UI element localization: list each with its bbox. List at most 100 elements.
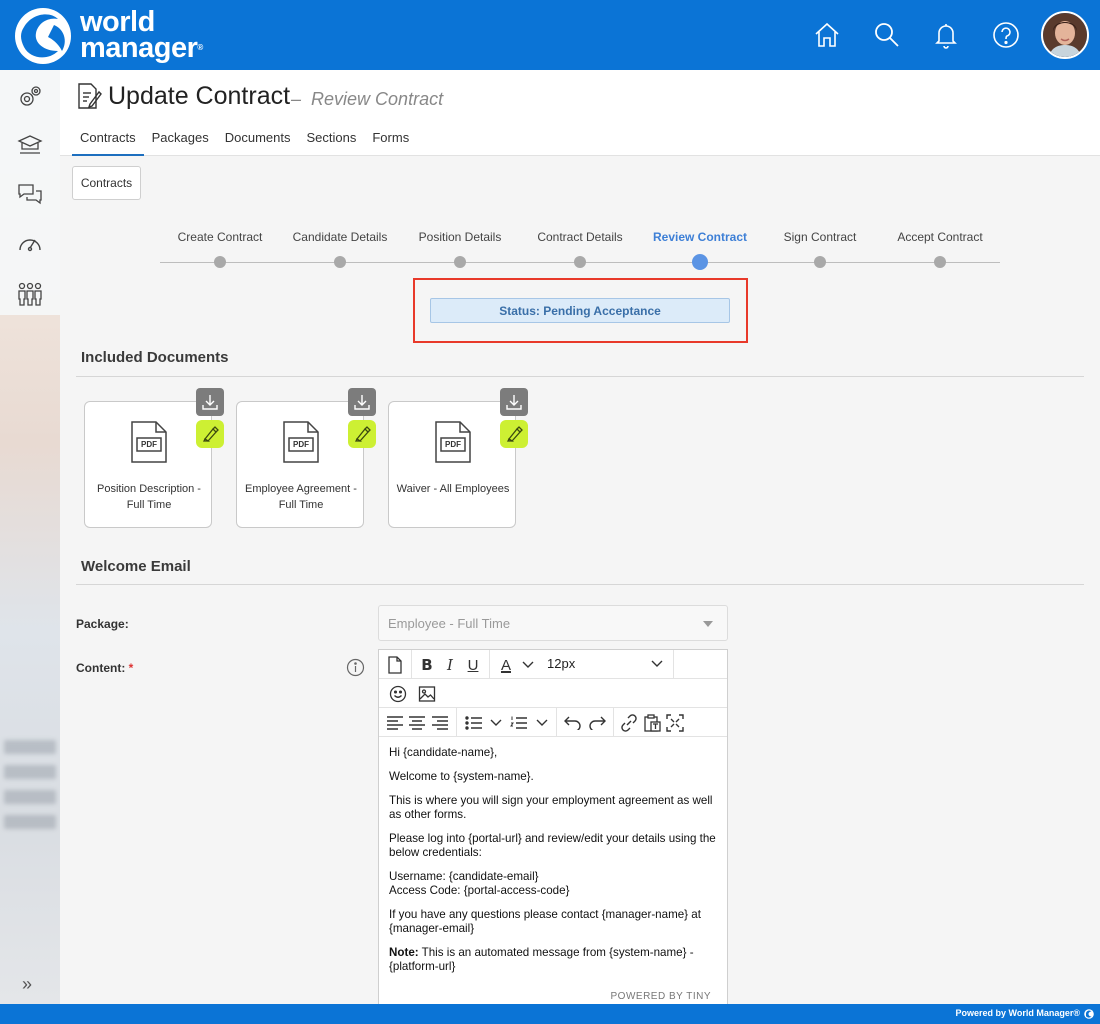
logo-mark-icon	[1084, 1009, 1094, 1019]
footer-bar: Powered by World Manager®	[0, 1004, 1100, 1024]
chevron-down-icon[interactable]	[485, 712, 507, 734]
section-divider	[76, 584, 1084, 585]
email-paragraph: This is where you will sign your employm…	[389, 794, 713, 821]
underline-icon[interactable]: U	[462, 654, 484, 676]
welcome-email-title: Welcome Email	[81, 558, 191, 575]
user-avatar[interactable]	[1041, 11, 1089, 59]
align-center-icon[interactable]	[406, 712, 428, 734]
sign-pen-icon[interactable]	[196, 420, 224, 448]
download-icon[interactable]	[348, 388, 376, 416]
step-candidate-details[interactable]: Candidate Details	[280, 230, 400, 268]
included-documents-title: Included Documents	[81, 349, 229, 366]
numbered-list-icon[interactable]	[508, 712, 530, 734]
step-label: Sign Contract	[783, 230, 857, 244]
step-label: Contract Details	[537, 230, 623, 244]
status-badge: Status: Pending Acceptance	[430, 298, 730, 323]
step-dot	[454, 256, 466, 268]
sidebar-expand-button[interactable]: »	[22, 974, 32, 995]
page-title: Update Contract	[108, 82, 291, 110]
search-icon[interactable]	[872, 20, 902, 50]
people-icon[interactable]	[16, 280, 44, 308]
help-icon[interactable]	[991, 20, 1021, 50]
step-create-contract[interactable]: Create Contract	[160, 230, 280, 268]
logo-text: world manager®	[80, 6, 203, 64]
sign-pen-icon[interactable]	[500, 420, 528, 448]
step-dot	[814, 256, 826, 268]
tab-documents[interactable]: Documents	[217, 126, 299, 156]
step-label: Review Contract	[652, 230, 748, 244]
document-card[interactable]: PDF Employee Agreement - Full Time	[236, 401, 364, 528]
footer-text: Powered by World Manager®	[955, 1008, 1081, 1018]
editor-toolbar-row	[379, 708, 727, 737]
info-icon[interactable]	[346, 658, 365, 677]
redo-icon[interactable]	[586, 712, 608, 734]
left-sidebar: »	[0, 70, 60, 1004]
contracts-button[interactable]: Contracts	[72, 166, 141, 200]
learning-icon[interactable]	[16, 131, 44, 159]
pdf-label: PDF	[141, 440, 157, 449]
step-review-contract[interactable]: Review Contract	[640, 230, 760, 270]
tab-packages[interactable]: Packages	[144, 126, 217, 156]
page-header: Update Contract – Review Contract Contra…	[60, 70, 1100, 156]
step-position-details[interactable]: Position Details	[400, 230, 520, 268]
step-dot	[574, 256, 586, 268]
section-divider	[76, 376, 1084, 377]
chevron-down-icon	[703, 621, 713, 627]
editor-toolbar-row: B I U A 12px	[379, 650, 727, 679]
image-icon[interactable]	[416, 683, 438, 705]
step-accept-contract[interactable]: Accept Contract	[880, 230, 1000, 268]
world-manager-logo[interactable]: world manager®	[14, 7, 234, 65]
link-icon[interactable]	[618, 712, 640, 734]
bell-icon[interactable]	[931, 20, 961, 50]
package-select[interactable]: Employee - Full Time	[378, 605, 728, 641]
font-size-value: 12px	[547, 656, 576, 671]
bold-icon[interactable]: B	[416, 654, 438, 676]
email-paragraph: Username: {candidate-email} Access Code: …	[389, 870, 570, 897]
editor-content[interactable]: Hi {candidate-name}, Welcome to {system-…	[379, 738, 727, 988]
page-subtitle: – Review Contract	[291, 89, 444, 109]
email-paragraph: Note: This is an automated message from …	[389, 946, 694, 973]
step-contract-details[interactable]: Contract Details	[520, 230, 640, 268]
document-card[interactable]: PDF Position Description - Full Time	[84, 401, 212, 528]
contract-edit-icon	[78, 83, 102, 109]
rich-text-editor[interactable]: B I U A 12px Hi {candidate-name}, Welcom…	[378, 649, 728, 1004]
download-icon[interactable]	[500, 388, 528, 416]
step-dot	[934, 256, 946, 268]
text-color-icon[interactable]: A	[495, 654, 517, 676]
font-size-select[interactable]: 12px	[547, 656, 667, 674]
powered-by-tiny[interactable]: POWERED BY TINY	[611, 991, 711, 1002]
download-icon[interactable]	[196, 388, 224, 416]
required-mark: *	[128, 661, 134, 675]
align-right-icon[interactable]	[429, 712, 451, 734]
italic-icon[interactable]: I	[439, 654, 461, 676]
step-label: Candidate Details	[292, 230, 388, 244]
chevron-down-icon[interactable]	[531, 712, 553, 734]
tab-sections[interactable]: Sections	[298, 126, 364, 156]
sign-pen-icon[interactable]	[348, 420, 376, 448]
pdf-label: PDF	[293, 440, 309, 449]
fullscreen-icon[interactable]	[664, 712, 686, 734]
tab-contracts[interactable]: Contracts	[72, 126, 144, 156]
step-label: Accept Contract	[897, 230, 983, 244]
bullet-list-icon[interactable]	[463, 712, 485, 734]
document-name: Position Description - Full Time	[97, 483, 201, 511]
dashboard-icon[interactable]	[16, 230, 44, 258]
new-document-icon[interactable]	[384, 654, 406, 676]
emoji-icon[interactable]	[387, 683, 409, 705]
settings-icon[interactable]	[16, 83, 44, 111]
email-paragraph: Hi {candidate-name},	[389, 746, 498, 759]
home-icon[interactable]	[812, 20, 842, 50]
chevron-down-icon	[651, 660, 663, 667]
paste-text-icon[interactable]	[641, 712, 663, 734]
step-label: Create Contract	[177, 230, 263, 244]
undo-icon[interactable]	[562, 712, 584, 734]
step-sign-contract[interactable]: Sign Contract	[760, 230, 880, 268]
step-label: Position Details	[418, 230, 502, 244]
tab-forms[interactable]: Forms	[364, 126, 417, 156]
avatar-photo-icon	[1043, 13, 1087, 57]
align-left-icon[interactable]	[384, 712, 406, 734]
chat-icon[interactable]	[16, 180, 44, 208]
document-card[interactable]: PDF Waiver - All Employees	[388, 401, 516, 528]
chevron-down-icon[interactable]	[517, 654, 539, 676]
editor-toolbar-row	[379, 679, 727, 708]
